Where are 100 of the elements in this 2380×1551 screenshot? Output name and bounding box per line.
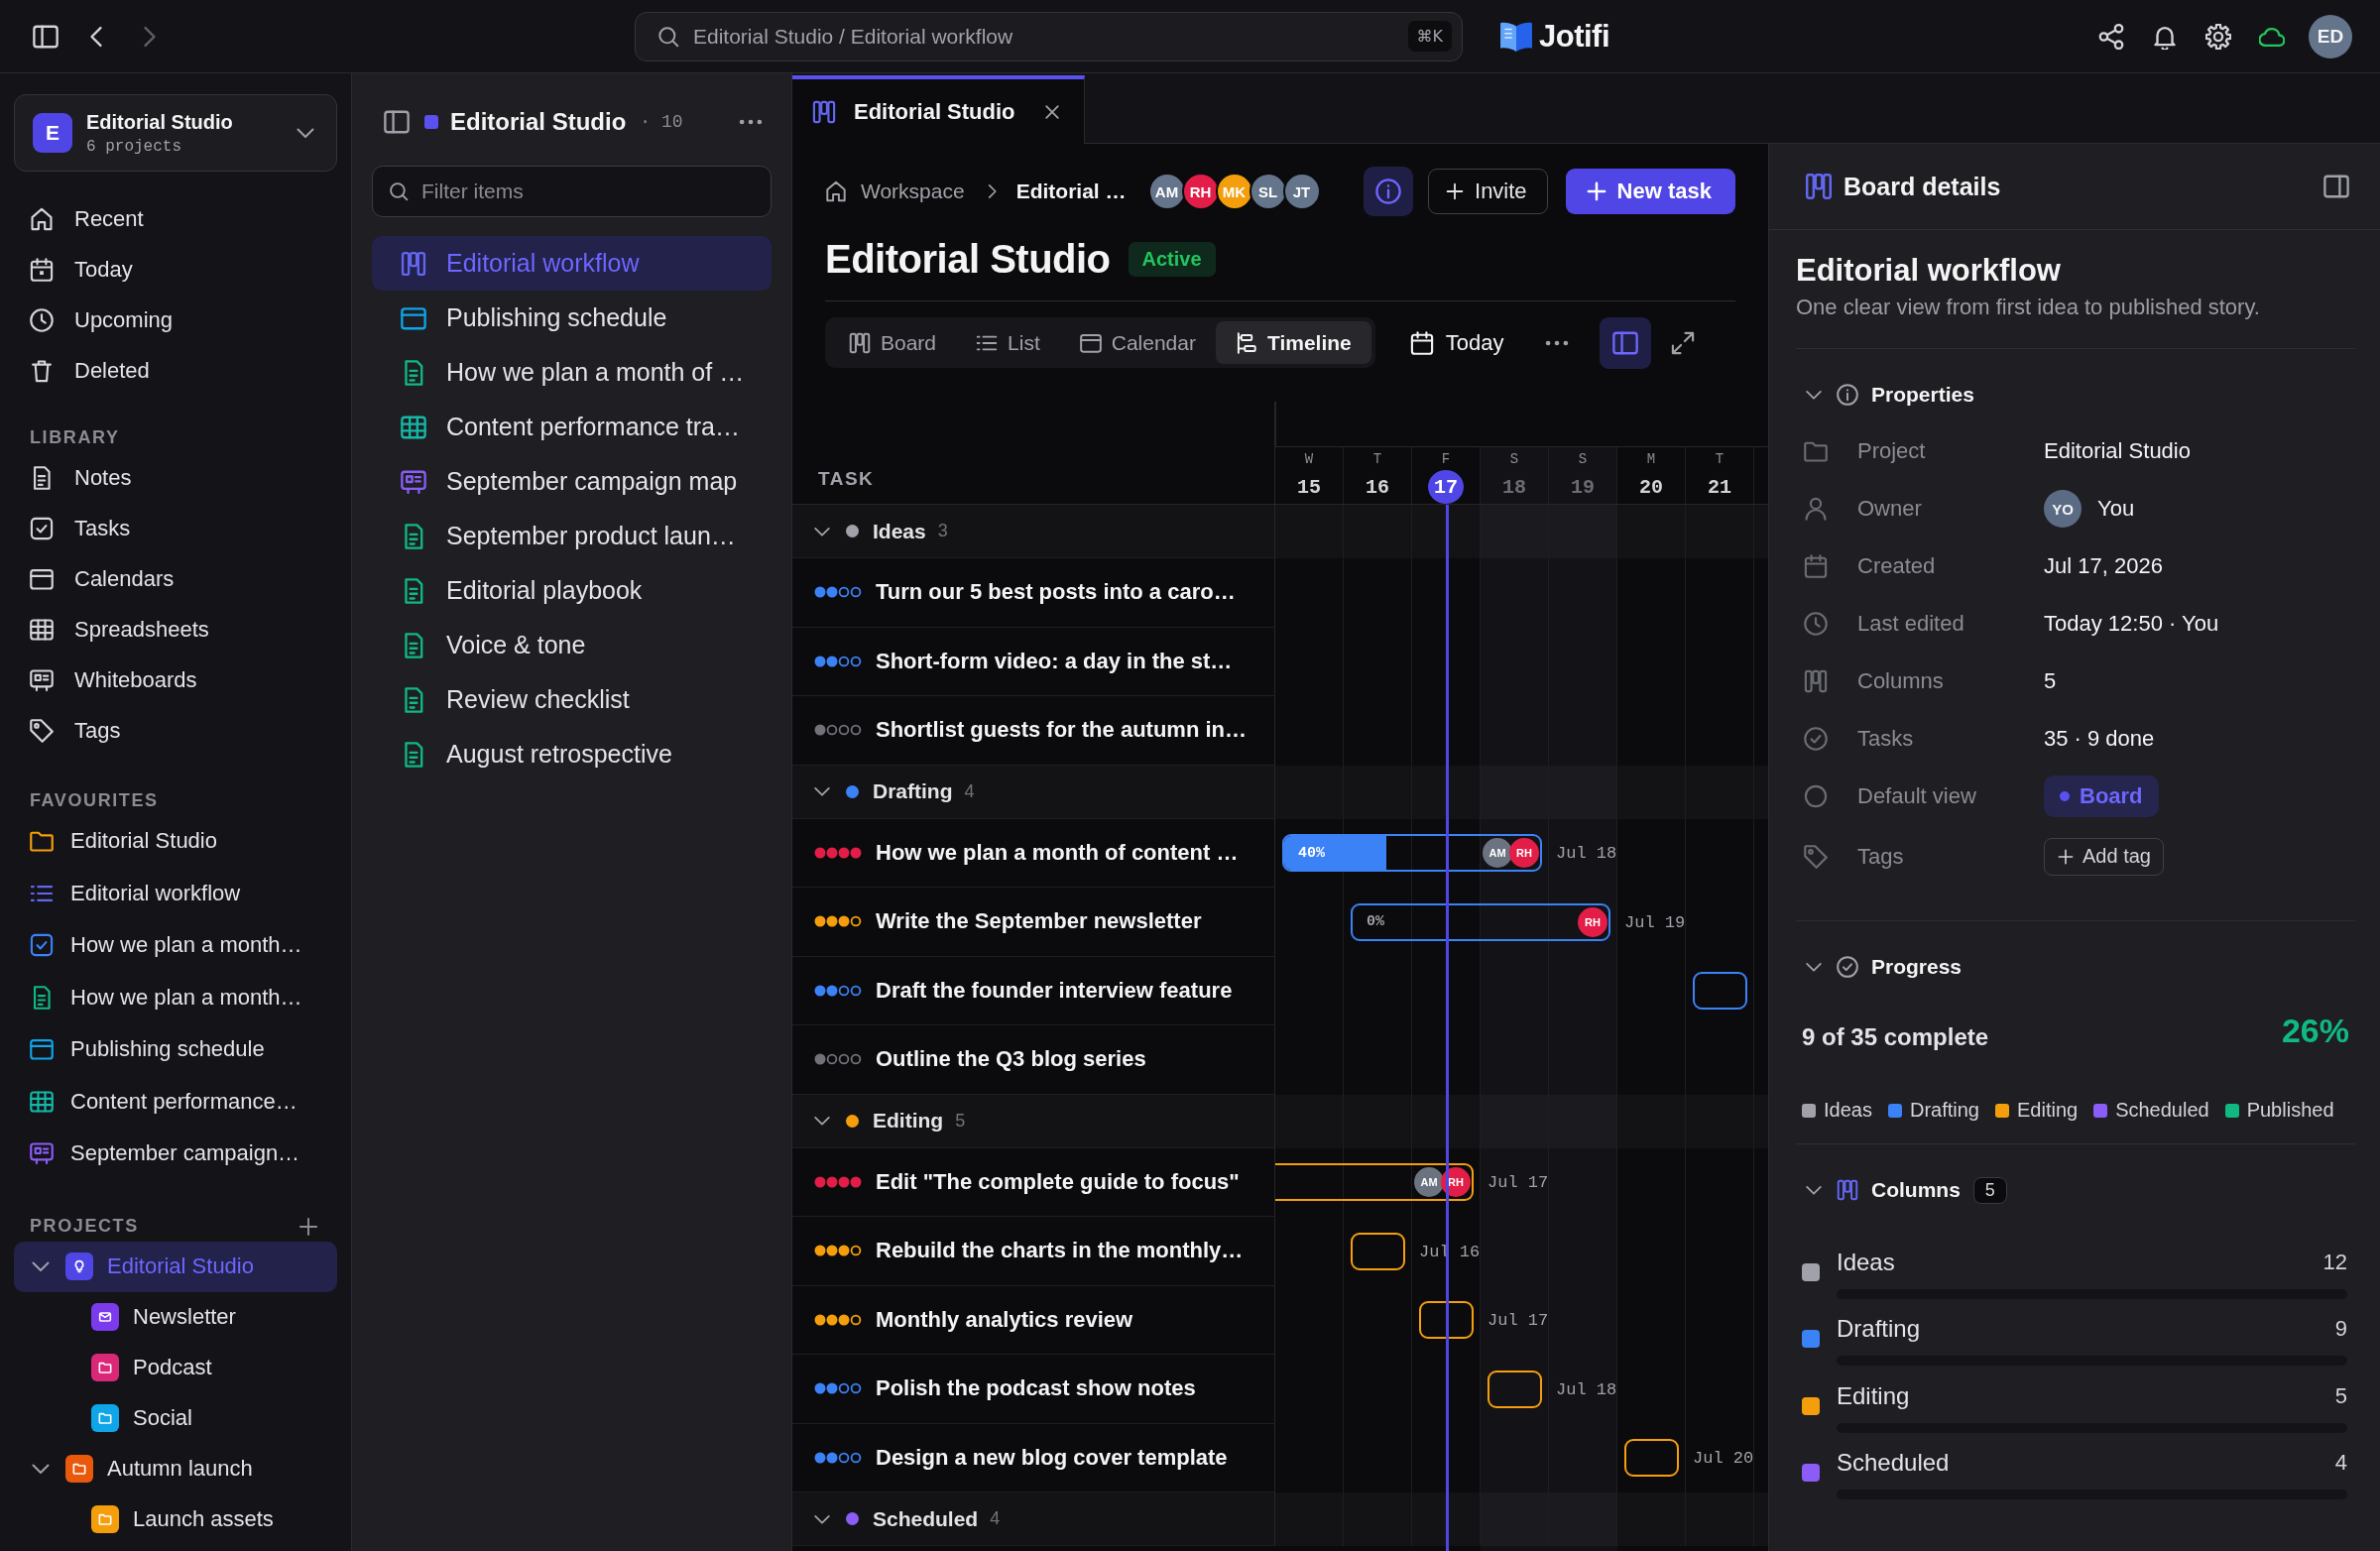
task-bar[interactable] [1624,1439,1679,1477]
kanban-icon [1804,669,1828,693]
tag-icon [30,718,54,743]
legend-label: Drafting [1909,1099,1979,1122]
favourite-item[interactable]: Publishing schedule [14,1023,337,1076]
plus-icon [1585,180,1607,202]
circle-icon [1804,784,1828,808]
column-name: Ideas [1837,1248,1895,1276]
avatar: RH [1441,1167,1471,1197]
view-tab[interactable]: Calendar [1059,321,1216,364]
panel-icon[interactable] [2323,174,2349,199]
sidebar-icon[interactable] [33,23,59,50]
board-title: Editorial workflow [1796,252,2062,290]
property-value: Today 12:50 · You [2044,611,2219,637]
project-item[interactable]: Podcast [14,1342,337,1393]
task-title[interactable]: Short-form video: a day in the st… [876,648,1233,674]
task-bar[interactable] [1419,1301,1474,1339]
board-description: One clear view from first idea to published story. [1796,294,2261,321]
project-item[interactable]: Newsletter [14,1291,337,1343]
sidebar-item[interactable]: Recent [14,193,337,244]
sidebar-item[interactable]: Tasks [14,503,337,553]
info-button[interactable] [1364,167,1413,216]
task-bar[interactable]: 40% AM RH [1282,834,1542,872]
sidebar-item[interactable]: Today [14,244,337,295]
sidebar-item[interactable]: Notes [14,452,337,503]
task-title[interactable]: Write the September newsletter [876,908,1202,935]
sidebar-item[interactable]: Deleted [14,345,337,396]
library-item[interactable]: How we plan a month of … [372,345,772,400]
invite-button[interactable]: Invite [1428,169,1548,214]
library-item[interactable]: Content performance tra… [372,400,772,454]
task-bar[interactable] [1488,1370,1542,1408]
day-number: 17 [1428,470,1464,504]
progress-label: 40% [1297,844,1325,862]
breadcrumb-link[interactable]: Workspace [825,179,965,203]
favourite-item[interactable]: How we plan a month… [14,919,337,972]
sidebar-item[interactable]: Tags [14,705,337,756]
project-item[interactable]: Autumn launch [14,1443,337,1494]
expand-icon[interactable] [1670,330,1695,355]
column-name: Editing [1837,1381,1910,1410]
settings-icon[interactable] [2205,23,2231,50]
task-bar[interactable] [1693,972,1747,1010]
task-title[interactable]: Draft the founder interview feature [876,977,1233,1004]
due-date: Jul 18 [1555,1378,1618,1400]
property-label: Created [1857,553,1937,579]
share-icon[interactable] [2098,23,2124,50]
task-title[interactable]: How we plan a month of content … [876,839,1239,866]
favourite-item[interactable]: Editorial Studio [14,815,337,868]
favourite-item[interactable]: Content performance… [14,1075,337,1128]
view-tab[interactable]: Board [829,321,957,364]
task-title[interactable]: Rebuild the charts in the monthly… [876,1238,1244,1264]
day-number: 15 [1296,474,1322,501]
task-title[interactable]: Outline the Q3 blog series [876,1046,1146,1073]
sidebar-item[interactable]: Upcoming [14,295,337,345]
view-tab[interactable]: Timeline [1215,321,1371,364]
workspace-switcher[interactable]: E Editorial Studio 6 projects [14,94,337,172]
new-task-button[interactable]: New task [1565,169,1735,214]
sidebar-item[interactable]: Calendars [14,553,337,604]
user-avatar[interactable]: ED [2309,14,2352,59]
task-bar[interactable]: 0% RH [1351,902,1610,941]
view-tab[interactable]: List [956,321,1060,364]
task-title[interactable]: Monthly analytics review [876,1306,1133,1333]
library-item[interactable]: September product laun… [372,509,772,563]
due-date: Jul 16 [1418,1241,1482,1262]
day-number: 16 [1365,474,1390,501]
today-button[interactable]: Today [1409,329,1504,356]
project-item[interactable]: Social [14,1392,337,1444]
sidebar-icon[interactable] [384,109,410,135]
task-title[interactable]: Polish the podcast show notes [876,1375,1196,1402]
library-item[interactable]: September campaign map [372,454,772,509]
sidebar-item[interactable]: Whiteboards [14,655,337,705]
square-icon [424,115,438,129]
library-item[interactable]: Editorial playbook [372,563,772,618]
sidebar-item[interactable]: Spreadsheets [14,604,337,655]
panel-toggle-button[interactable] [1599,316,1651,369]
favourite-item[interactable]: September campaign… [14,1128,337,1180]
task-title[interactable]: Turn our 5 best posts into a caro… [876,579,1236,606]
library-item[interactable]: Editorial workflow [372,236,772,291]
column-count: 5 [1972,1176,2007,1204]
favourite-item[interactable]: How we plan a month… [14,971,337,1023]
clock-icon [30,307,54,332]
library-item[interactable]: Voice & tone [372,618,772,672]
search-bar[interactable]: Editorial Studio / Editorial workflow ⌘K [635,11,1463,61]
task-bar[interactable] [1351,1232,1405,1270]
group-count: 4 [964,780,975,802]
task-title[interactable]: Design a new blog cover template [876,1444,1228,1471]
project-item[interactable]: Launch assets [14,1493,337,1545]
filter-field[interactable]: Filter items [372,166,772,217]
task-title[interactable]: Shortlist guests for the autumn in… [876,717,1247,744]
plus-icon[interactable] [298,1215,319,1238]
task-bar[interactable]: AM RH [1275,1163,1474,1201]
library-item[interactable]: August retrospective [372,727,772,781]
project-item[interactable]: Editorial Studio [14,1241,337,1292]
task-title[interactable]: Edit "The complete guide to focus" [876,1168,1240,1195]
add-tag-button[interactable]: Add tag [2044,837,2164,876]
document-tab[interactable]: Editorial Studio [792,75,1085,144]
favourite-item[interactable]: Editorial workflow [14,867,337,919]
library-item[interactable]: Review checklist [372,672,772,727]
library-item[interactable]: Publishing schedule [372,291,772,345]
avatar: MK [1215,173,1253,210]
calendar-icon [1804,554,1828,578]
